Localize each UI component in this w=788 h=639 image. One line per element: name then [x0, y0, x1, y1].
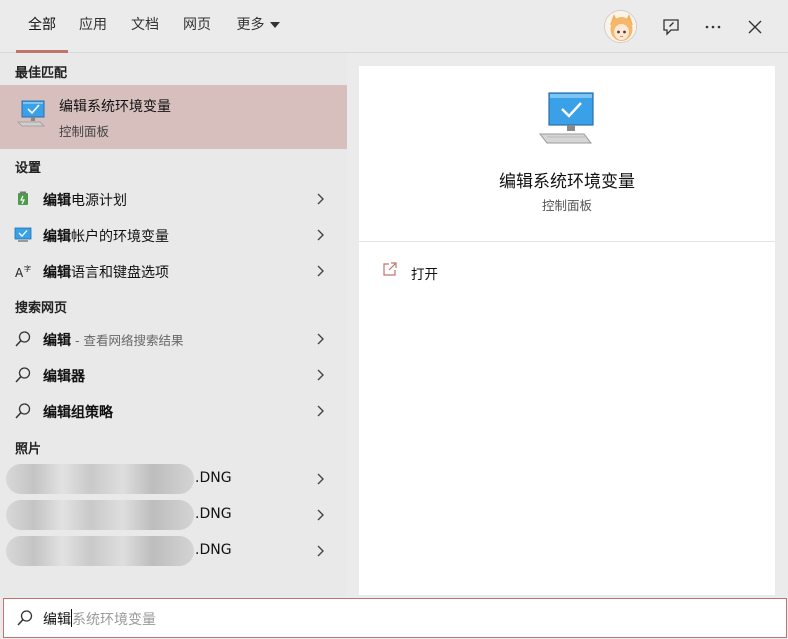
- photo-item[interactable]: .DNG: [0, 497, 347, 533]
- web-item-edit[interactable]: 编辑 - 查看网络搜索结果: [0, 321, 347, 357]
- web-item-label: 编辑组策略: [43, 405, 113, 421]
- search-typed-text: 编辑: [43, 612, 71, 628]
- search-icon: [15, 331, 31, 347]
- preview-title: 编辑系统环境变量: [499, 172, 635, 192]
- chevron-right-icon: [317, 405, 324, 417]
- results-pane: 最佳匹配 编辑系统环境变量 控制面板 设置 编辑电源计划 编辑帐户的环境变量 A…: [0, 53, 347, 598]
- photo-item-ext: .DNG: [195, 470, 232, 486]
- settings-item-power-plan[interactable]: 编辑电源计划: [0, 181, 347, 217]
- chevron-right-icon: [317, 229, 324, 241]
- system-monitor-icon: [537, 90, 599, 150]
- avatar-image: [605, 11, 636, 42]
- divider: [359, 241, 775, 242]
- chevron-right-icon: [317, 193, 324, 205]
- avatar[interactable]: [604, 10, 637, 43]
- best-match-title: 编辑系统环境变量: [59, 99, 171, 115]
- best-match-item[interactable]: 编辑系统环境变量 控制面板: [0, 85, 347, 149]
- language-icon: A 字: [15, 264, 31, 280]
- chevron-right-icon: [317, 369, 324, 381]
- blurred-filename: [6, 536, 194, 566]
- blurred-filename: [6, 500, 194, 530]
- tab-documents[interactable]: 文档: [124, 0, 166, 53]
- open-external-icon: [383, 262, 397, 276]
- settings-item-label: 编辑帐户的环境变量: [43, 229, 169, 245]
- section-web-search: 搜索网页: [15, 301, 68, 316]
- web-item-group-policy[interactable]: 编辑组策略: [0, 393, 347, 429]
- blurred-filename: [6, 464, 194, 494]
- feedback-icon[interactable]: [657, 13, 685, 41]
- search-icon: [17, 610, 33, 626]
- chevron-right-icon: [317, 473, 324, 485]
- tab-more[interactable]: 更多: [230, 0, 286, 53]
- search-icon: [15, 367, 31, 383]
- settings-item-label: 编辑语言和键盘选项: [43, 265, 169, 281]
- section-best-match: 最佳匹配: [15, 66, 68, 81]
- photo-item-ext: .DNG: [195, 506, 232, 522]
- chevron-right-icon: [317, 333, 324, 345]
- chevron-right-icon: [317, 509, 324, 521]
- preview-pane: 编辑系统环境变量 控制面板 打开: [359, 66, 775, 595]
- system-monitor-icon: [16, 98, 48, 134]
- web-item-editor[interactable]: 编辑器: [0, 357, 347, 393]
- best-match-subtitle: 控制面板: [59, 124, 110, 139]
- search-input[interactable]: 编辑系统环境变量: [43, 609, 156, 629]
- settings-item-account-env[interactable]: 编辑帐户的环境变量: [0, 217, 347, 253]
- svg-text:A: A: [15, 266, 24, 280]
- section-settings: 设置: [15, 161, 42, 176]
- web-item-label: 编辑 - 查看网络搜索结果: [43, 333, 184, 349]
- open-label: 打开: [411, 267, 438, 283]
- svg-text:字: 字: [24, 264, 31, 273]
- top-bar: 全部 应用 文档 网页 更多: [0, 0, 788, 53]
- tab-web[interactable]: 网页: [176, 0, 218, 53]
- section-photos: 照片: [15, 442, 42, 457]
- tab-more-label: 更多: [236, 17, 265, 33]
- search-box[interactable]: 编辑系统环境变量: [3, 598, 787, 638]
- photo-item[interactable]: .DNG: [0, 461, 347, 497]
- preview-subtitle: 控制面板: [541, 198, 592, 213]
- more-options-icon[interactable]: [699, 13, 727, 41]
- search-icon: [15, 403, 31, 419]
- tab-apps[interactable]: 应用: [72, 0, 114, 53]
- search-suggestion: 系统环境变量: [72, 612, 156, 628]
- photo-item[interactable]: .DNG: [0, 533, 347, 569]
- monitor-icon: [14, 227, 32, 242]
- settings-item-label: 编辑电源计划: [43, 193, 127, 209]
- photo-item-ext: .DNG: [195, 542, 232, 558]
- tab-all[interactable]: 全部: [16, 0, 68, 53]
- power-plan-icon: [18, 191, 28, 205]
- chevron-down-icon: [269, 22, 280, 28]
- close-icon[interactable]: [741, 13, 769, 41]
- chevron-right-icon: [317, 545, 324, 557]
- web-item-label: 编辑器: [43, 369, 85, 385]
- settings-item-language-keyboard[interactable]: A 字 编辑语言和键盘选项: [0, 253, 347, 289]
- chevron-right-icon: [317, 265, 324, 277]
